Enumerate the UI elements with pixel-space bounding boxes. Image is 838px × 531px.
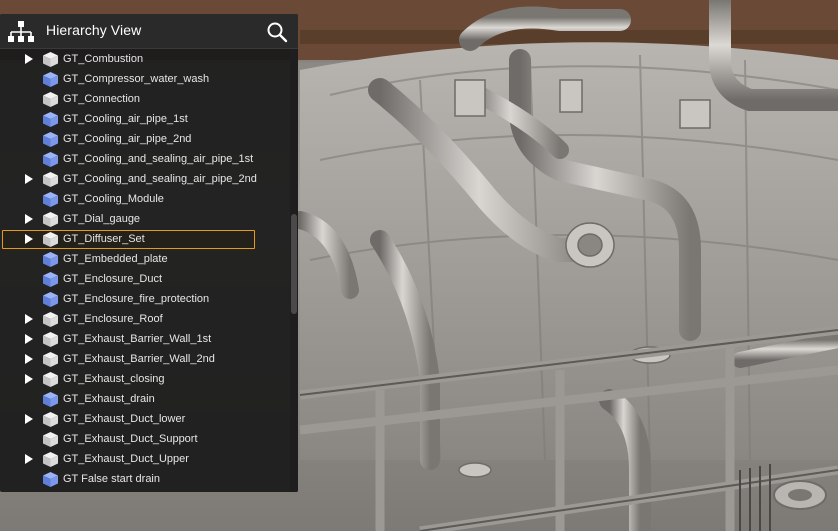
- hierarchy-item-label: GT_Exhaust_Duct_Support: [63, 433, 198, 445]
- cube-icon: [43, 172, 58, 187]
- hierarchy-item[interactable]: GT_Cooling_and_sealing_air_pipe_1st: [0, 150, 290, 170]
- expand-arrow-icon[interactable]: [25, 334, 33, 344]
- hierarchy-item[interactable]: GT_Cooling_air_pipe_1st: [0, 110, 290, 130]
- hierarchy-item-label: GT_Dial_gauge: [63, 213, 141, 225]
- hierarchy-item-label: GT_Embedded_plate: [63, 253, 168, 265]
- expand-arrow-icon[interactable]: [25, 314, 33, 324]
- hierarchy-item[interactable]: GT_Exhaust_Barrier_Wall_2nd: [0, 350, 290, 370]
- cube-icon: [43, 332, 58, 347]
- expand-arrow-icon[interactable]: [25, 234, 33, 244]
- expand-arrow-icon[interactable]: [25, 374, 33, 384]
- hierarchy-item-label: GT_Exhaust_closing: [63, 373, 165, 385]
- hierarchy-item[interactable]: GT_Exhaust_Barrier_Wall_1st: [0, 330, 290, 350]
- cube-icon: [43, 432, 58, 447]
- cube-icon: [43, 72, 58, 87]
- hierarchy-item-label: GT_Exhaust_Duct_lower: [63, 413, 186, 425]
- hierarchy-item[interactable]: GT_Diffuser_Set: [0, 230, 290, 250]
- cube-icon: [43, 192, 58, 207]
- hierarchy-item-label: GT_Exhaust_Barrier_Wall_1st: [63, 333, 212, 345]
- hierarchy-item-label: GT_Diffuser_Set: [63, 233, 145, 245]
- cube-icon: [43, 152, 58, 167]
- hierarchy-item[interactable]: GT_Enclosure_Duct: [0, 270, 290, 290]
- expand-arrow-icon[interactable]: [25, 414, 33, 424]
- expand-arrow-icon[interactable]: [25, 174, 33, 184]
- cube-icon: [43, 312, 58, 327]
- cube-icon: [43, 272, 58, 287]
- hierarchy-item-label: GT_Cooling_and_sealing_air_pipe_1st: [63, 153, 254, 165]
- hierarchy-item[interactable]: GT_Enclosure_Roof: [0, 310, 290, 330]
- expand-arrow-icon[interactable]: [25, 354, 33, 364]
- hierarchy-item-label: GT_Combustion: [63, 53, 144, 65]
- cube-icon: [43, 52, 58, 67]
- cube-icon: [43, 412, 58, 427]
- hierarchy-item-label: GT False start drain: [63, 473, 160, 485]
- cube-icon: [43, 452, 58, 467]
- scrollbar-thumb[interactable]: [291, 214, 297, 314]
- hierarchy-item-label: GT_Cooling_air_pipe_1st: [63, 113, 188, 125]
- hierarchy-item-label: GT_Enclosure_Duct: [63, 273, 163, 285]
- hierarchy-item-label: GT_Cooling_Module: [63, 193, 164, 205]
- hierarchy-item[interactable]: GT_Cooling_and_sealing_air_pipe_2nd: [0, 170, 290, 190]
- cube-icon: [43, 472, 58, 487]
- hierarchy-item[interactable]: GT_Combustion: [0, 50, 290, 70]
- hierarchy-item-label: GT_Exhaust_Duct_Upper: [63, 453, 189, 465]
- hierarchy-item[interactable]: GT_Exhaust_closing: [0, 370, 290, 390]
- hierarchy-item-label: GT_Compressor_water_wash: [63, 73, 210, 85]
- cube-icon: [43, 352, 58, 367]
- hierarchy-item[interactable]: GT_Cooling_air_pipe_2nd: [0, 130, 290, 150]
- hierarchy-item-label: GT_Cooling_air_pipe_2nd: [63, 133, 192, 145]
- cube-icon: [43, 132, 58, 147]
- panel-header: Hierarchy View: [0, 14, 298, 49]
- hierarchy-item-label: GT_Enclosure_Roof: [63, 313, 163, 325]
- cube-icon: [43, 112, 58, 127]
- hierarchy-item[interactable]: GT_Enclosure_fire_protection: [0, 290, 290, 310]
- expand-arrow-icon[interactable]: [25, 54, 33, 64]
- hierarchy-item[interactable]: GT_Compressor_water_wash: [0, 70, 290, 90]
- hierarchy-item[interactable]: GT_Connection: [0, 90, 290, 110]
- panel-title: Hierarchy View: [46, 22, 142, 38]
- hierarchy-item-label: GT_Enclosure_fire_protection: [63, 293, 210, 305]
- hierarchy-item-label: GT_Cooling_and_sealing_air_pipe_2nd: [63, 173, 257, 185]
- hierarchy-item[interactable]: GT_Exhaust_drain: [0, 390, 290, 410]
- hierarchy-item[interactable]: GT False start drain: [0, 470, 290, 490]
- hierarchy-item-label: GT_Connection: [63, 93, 141, 105]
- expand-arrow-icon[interactable]: [25, 454, 33, 464]
- cube-icon: [43, 92, 58, 107]
- hierarchy-item[interactable]: GT_Exhaust_Duct_Upper: [0, 450, 290, 470]
- cube-icon: [43, 372, 58, 387]
- expand-arrow-icon[interactable]: [25, 214, 33, 224]
- search-icon[interactable]: [266, 21, 288, 43]
- hierarchy-item[interactable]: GT_Exhaust_Duct_lower: [0, 410, 290, 430]
- cube-icon: [43, 232, 58, 247]
- cube-icon: [43, 212, 58, 227]
- cube-icon: [43, 392, 58, 407]
- hierarchy-panel: Hierarchy View GT_Combustion GT_Compresso…: [0, 14, 298, 492]
- hierarchy-item[interactable]: GT_Exhaust_Duct_Support: [0, 430, 290, 450]
- hierarchy-item[interactable]: GT_Embedded_plate: [0, 250, 290, 270]
- hierarchy-item[interactable]: GT_Dial_gauge: [0, 210, 290, 230]
- hierarchy-icon: [8, 21, 34, 42]
- hierarchy-item-label: GT_Exhaust_Barrier_Wall_2nd: [63, 353, 215, 365]
- hierarchy-item[interactable]: GT_Cooling_Module: [0, 190, 290, 210]
- cube-icon: [43, 252, 58, 267]
- cube-icon: [43, 292, 58, 307]
- hierarchy-item-label: GT_Exhaust_drain: [63, 393, 155, 405]
